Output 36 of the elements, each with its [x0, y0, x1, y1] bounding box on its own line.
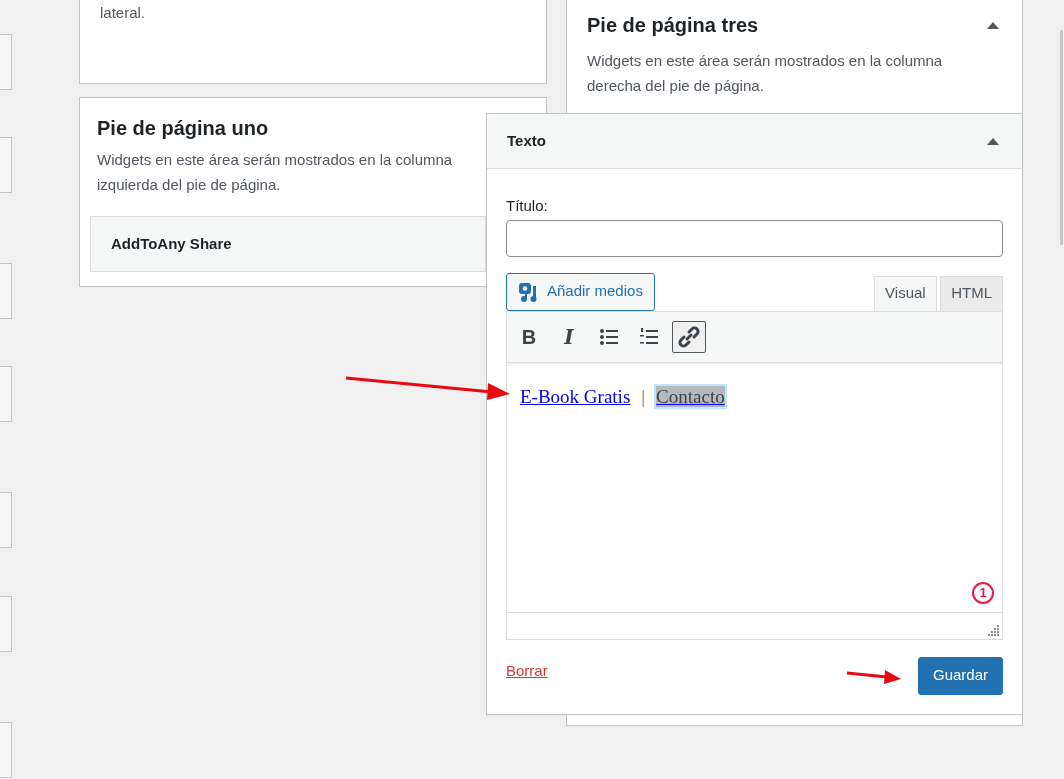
area-title: Pie de página uno — [97, 116, 270, 140]
area-title: Pie de página tres — [587, 13, 759, 37]
italic-button[interactable]: I — [552, 320, 586, 353]
link-icon — [678, 325, 700, 348]
bold-button[interactable]: B — [512, 320, 546, 353]
area-description: Widgets en este área serán mostrados en la columna derecha del pie de página. — [587, 51, 944, 96]
widget-stub — [0, 34, 12, 90]
widget-stub — [0, 722, 12, 778]
numbered-list-icon — [640, 327, 658, 346]
annotation-badge: 1 — [972, 581, 994, 604]
title-input-field[interactable] — [506, 219, 1003, 257]
separator-text: | — [641, 385, 646, 407]
save-button[interactable]: Guardar — [917, 656, 1003, 695]
widget-stub — [0, 596, 12, 652]
editor-link[interactable]: Contacto — [656, 385, 725, 407]
delete-link[interactable]: Borrar — [506, 660, 548, 683]
widget-stub — [0, 137, 12, 193]
editor-box[interactable]: B I E-Book Gratis | Contacto 1 — [506, 310, 1003, 640]
editor-tab[interactable]: HTML — [940, 275, 1003, 311]
editor-link[interactable]: E-Book Gratis — [520, 385, 631, 407]
area-description: Widgets en este área serán mostrados en la columna izquierda del pie de página. — [97, 150, 454, 195]
editor-tab[interactable]: Visual — [874, 275, 937, 311]
toggle-arrow-icon[interactable] — [986, 21, 999, 29]
widget-stub — [0, 366, 12, 422]
scrollbar-thumb[interactable] — [1060, 30, 1063, 245]
toggle-arrow-icon[interactable] — [986, 137, 999, 145]
area-description: lateral. — [100, 3, 147, 23]
link-button[interactable] — [672, 320, 706, 353]
widget-stub — [0, 263, 12, 319]
add-media-button[interactable]: Añadir medios — [506, 272, 655, 311]
widget-item[interactable]: AddToAny Share — [90, 216, 486, 272]
widget-title: Texto — [507, 130, 546, 151]
field-label: Título: — [506, 196, 549, 216]
bullet-list-icon — [600, 328, 618, 345]
widget-stub — [0, 492, 12, 548]
resize-handle-icon[interactable] — [988, 624, 999, 636]
